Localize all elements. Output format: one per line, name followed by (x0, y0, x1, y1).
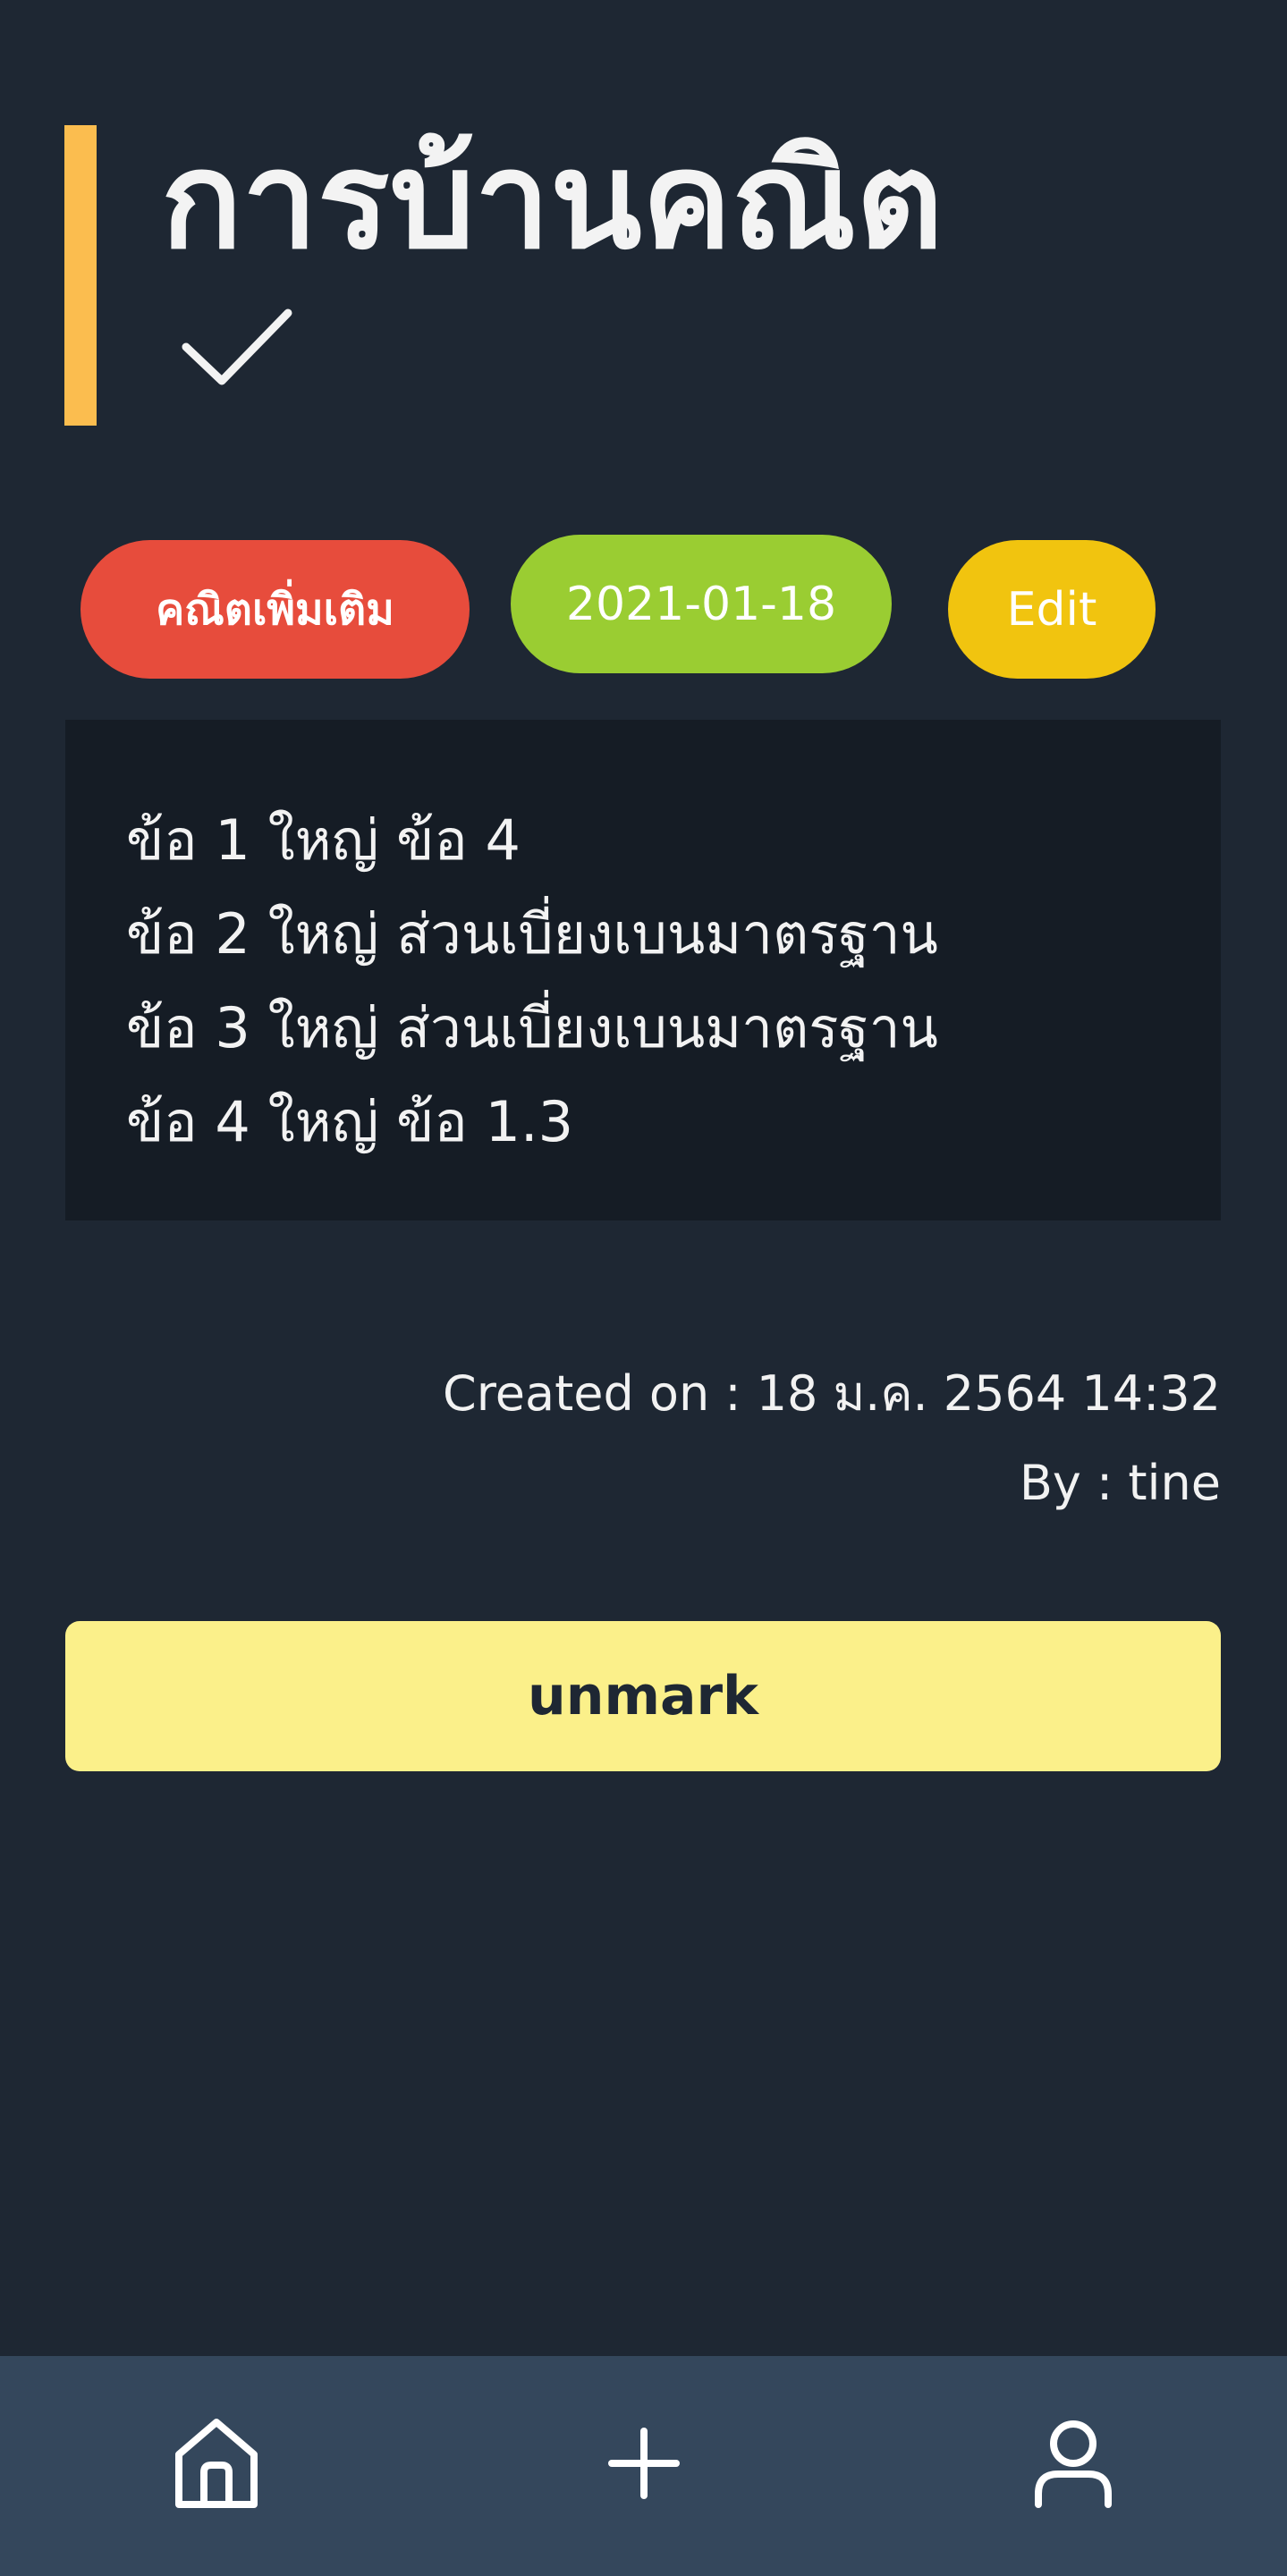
page-title: การบ้านคณิต (161, 123, 944, 279)
author-label: By : tine (1019, 1455, 1221, 1511)
detail-line: ข้อ 1 ใหญ่ ข้อ 4 (126, 807, 521, 873)
title-accent-bar (64, 125, 97, 426)
nav-profile-button[interactable] (1011, 2401, 1136, 2526)
unmark-button[interactable]: unmark (65, 1621, 1221, 1771)
edit-button[interactable]: Edit (948, 540, 1156, 679)
category-tag: คณิตเพิ่มเติม (80, 540, 470, 679)
created-timestamp: Created on : 18 ม.ค. 2564 14:32 (443, 1365, 1221, 1422)
checkmark-icon (182, 308, 292, 385)
user-icon (1035, 2420, 1112, 2508)
nav-home-button[interactable] (154, 2401, 279, 2526)
detail-line: ข้อ 2 ใหญ่ ส่วนเบี่ยงเบนมาตรฐาน (126, 901, 938, 967)
detail-line: ข้อ 4 ใหญ่ ข้อ 1.3 (126, 1089, 574, 1154)
nav-add-button[interactable] (581, 2401, 707, 2526)
home-icon (175, 2419, 258, 2508)
bottom-navigation (0, 2356, 1287, 2576)
homework-details: ข้อ 1 ใหญ่ ข้อ 4 ข้อ 2 ใหญ่ ส่วนเบี่ยงเบ… (65, 720, 1221, 1220)
detail-line: ข้อ 3 ใหญ่ ส่วนเบี่ยงเบนมาตรฐาน (126, 995, 938, 1060)
due-date-tag: 2021-01-18 (511, 535, 892, 673)
plus-icon (608, 2428, 680, 2499)
